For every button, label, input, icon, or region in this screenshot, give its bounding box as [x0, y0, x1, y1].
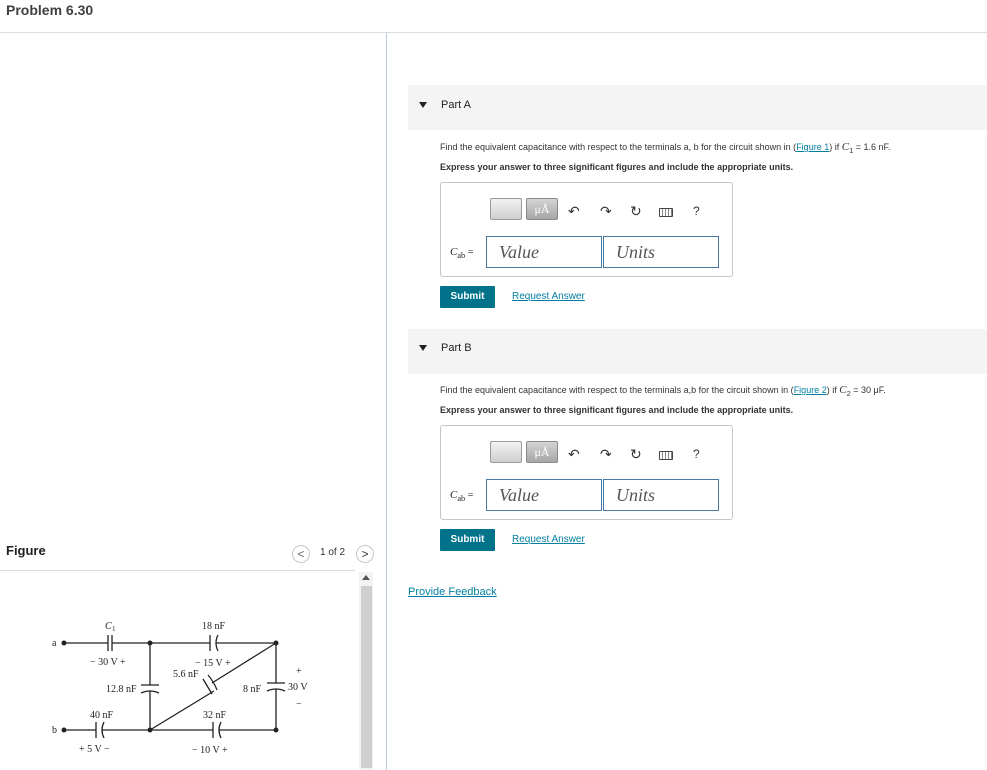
part-b-title: Part B: [441, 342, 472, 354]
units-input[interactable]: Units: [603, 236, 719, 268]
cab-variable-label: Cab =: [450, 246, 474, 260]
reset-icon[interactable]: ↻: [630, 447, 642, 461]
cap-8nf-label: 8 nF: [243, 684, 262, 695]
keyboard-icon[interactable]: [659, 451, 673, 460]
figure-scroll-thumb[interactable]: [361, 586, 372, 768]
c1-subscript: 1: [112, 625, 116, 633]
pane-divider[interactable]: [386, 33, 387, 770]
voltage-10v-label: − 10 V +: [192, 745, 228, 756]
part-b-header[interactable]: [408, 329, 987, 374]
part-a-collapse-caret-icon[interactable]: [419, 102, 427, 108]
c1-label: C: [105, 621, 112, 632]
value-input[interactable]: Value: [486, 236, 602, 268]
undo-icon[interactable]: ↶: [568, 204, 580, 218]
figure-divider: [0, 570, 355, 571]
circuit-diagram: a b C 1 − 30 V + 18 nF − 15 V + 5.6 nF 1…: [52, 621, 308, 756]
cap-12-8nf-label: 12.8 nF: [106, 684, 137, 695]
provide-feedback-link[interactable]: Provide Feedback: [408, 586, 497, 598]
part-b-submit-button[interactable]: Submit: [440, 529, 495, 551]
voltage-30v-plus: +: [296, 666, 302, 677]
figure-2-link[interactable]: Figure 2: [794, 385, 827, 395]
help-icon[interactable]: ?: [693, 447, 700, 461]
value-input[interactable]: Value: [486, 479, 602, 511]
voltage-30v-label: 30 V: [288, 682, 308, 693]
units-symbols-button[interactable]: μÅ: [526, 441, 558, 463]
part-a-title: Part A: [441, 99, 471, 111]
part-a-question: Find the equivalent capacitance with res…: [440, 141, 891, 155]
keyboard-icon[interactable]: [659, 208, 673, 217]
cap-5-6nf-label: 5.6 nF: [173, 669, 199, 680]
figure-heading: Figure: [6, 543, 46, 558]
templates-button[interactable]: [490, 441, 522, 463]
part-a-submit-button[interactable]: Submit: [440, 286, 495, 308]
units-input[interactable]: Units: [603, 479, 719, 511]
undo-icon[interactable]: ↶: [568, 447, 580, 461]
next-figure-button[interactable]: >: [356, 545, 374, 563]
part-a-instruction: Express your answer to three significant…: [440, 162, 794, 172]
redo-icon[interactable]: ↷: [600, 204, 612, 218]
cap-40nf-label: 40 nF: [90, 710, 114, 721]
redo-icon[interactable]: ↷: [600, 447, 612, 461]
units-symbols-button[interactable]: μÅ: [526, 198, 558, 220]
figure-1-link[interactable]: Figure 1: [796, 142, 829, 152]
part-b-question: Find the equivalent capacitance with res…: [440, 384, 886, 398]
voltage-5v-label: + 5 V −: [79, 744, 110, 755]
part-b-request-answer-link[interactable]: Request Answer: [512, 534, 585, 545]
part-b-collapse-caret-icon[interactable]: [419, 345, 427, 351]
cab-variable-label: Cab =: [450, 489, 474, 503]
part-a-request-answer-link[interactable]: Request Answer: [512, 291, 585, 302]
voltage-15v-label: − 15 V +: [195, 658, 231, 669]
part-b-instruction: Express your answer to three significant…: [440, 405, 794, 415]
prev-figure-button[interactable]: <: [292, 545, 310, 563]
help-icon[interactable]: ?: [693, 204, 700, 218]
voltage-30v-minus: −: [296, 699, 302, 710]
cap-18nf-label: 18 nF: [202, 621, 226, 632]
c1-voltage-label: − 30 V +: [90, 657, 126, 668]
part-a-header[interactable]: [408, 85, 987, 130]
figure-page-count: 1 of 2: [320, 547, 346, 558]
problem-title: Problem 6.30: [6, 2, 94, 18]
reset-icon[interactable]: ↻: [630, 204, 642, 218]
node-a-label: a: [52, 638, 57, 649]
header-divider: [0, 32, 987, 33]
cap-32nf-label: 32 nF: [203, 710, 227, 721]
scroll-up-arrow-icon[interactable]: [362, 575, 370, 580]
node-b-label: b: [52, 725, 57, 736]
templates-button[interactable]: [490, 198, 522, 220]
